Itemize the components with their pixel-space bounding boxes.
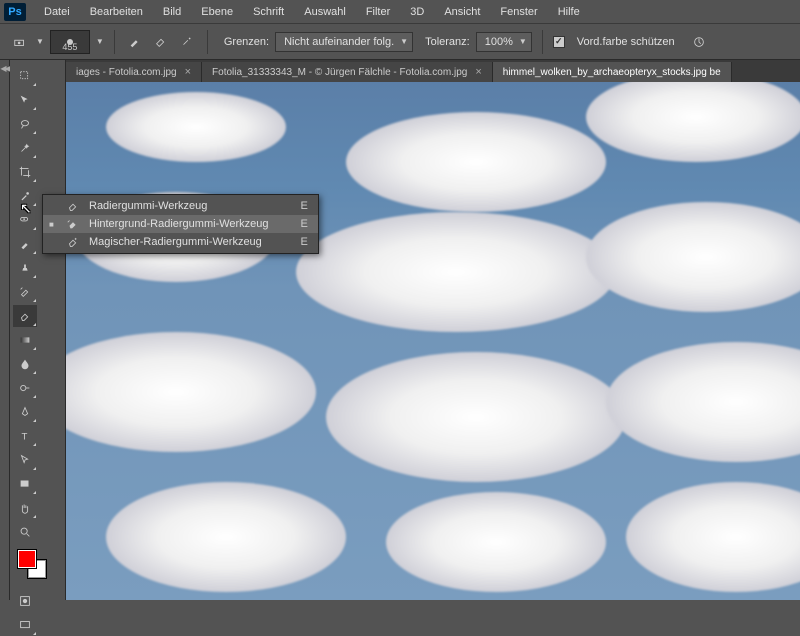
tolerance-dropdown[interactable]: 100% ▼ bbox=[476, 32, 532, 52]
svg-text:T: T bbox=[22, 432, 28, 443]
brush-tool[interactable] bbox=[13, 233, 37, 255]
eraser-mode-icon[interactable] bbox=[151, 32, 171, 52]
tolerance-label: Toleranz: bbox=[425, 36, 470, 48]
separator bbox=[207, 30, 208, 54]
blur-tool[interactable] bbox=[13, 353, 37, 375]
chevron-down-icon[interactable]: ▼ bbox=[36, 37, 44, 46]
history-brush-tool[interactable] bbox=[13, 281, 37, 303]
tool-preset-icon[interactable] bbox=[10, 32, 30, 52]
flyout-item-magic-eraser[interactable]: Magischer-Radiergummi-Werkzeug E bbox=[43, 233, 318, 251]
flyout-label: Hintergrund-Radiergummi-Werkzeug bbox=[89, 218, 293, 230]
limits-value: Nicht aufeinander folg. bbox=[284, 36, 394, 48]
flyout-shortcut: E bbox=[301, 200, 308, 212]
brush-settings-icon[interactable] bbox=[125, 32, 145, 52]
tab-label: himmel_wolken_by_archaeopteryx_stocks.jp… bbox=[503, 67, 721, 78]
flyout-item-eraser[interactable]: Radiergummi-Werkzeug E bbox=[43, 197, 318, 215]
tab-label: Fotolia_31333343_M - © Jürgen Fälchle - … bbox=[212, 67, 467, 78]
menu-fenster[interactable]: Fenster bbox=[490, 3, 547, 21]
workspace: ◀◀ T iages - Fotolia.com.jpg× Fotolia_31 bbox=[0, 60, 800, 600]
separator bbox=[114, 30, 115, 54]
close-icon[interactable]: × bbox=[185, 66, 191, 78]
rectangle-tool[interactable] bbox=[13, 473, 37, 495]
selected-marker: ■ bbox=[49, 220, 57, 229]
hand-tool[interactable] bbox=[13, 497, 37, 519]
clone-stamp-tool[interactable] bbox=[13, 257, 37, 279]
canvas-area: iages - Fotolia.com.jpg × Fotolia_3133334… bbox=[66, 60, 800, 600]
crop-tool[interactable] bbox=[13, 161, 37, 183]
cursor-icon: ↖ bbox=[20, 200, 32, 217]
screen-mode-tool[interactable] bbox=[13, 614, 37, 636]
type-tool[interactable]: T bbox=[13, 425, 37, 447]
menu-ebene[interactable]: Ebene bbox=[191, 3, 243, 21]
menu-schrift[interactable]: Schrift bbox=[243, 3, 294, 21]
eraser-tool[interactable] bbox=[13, 305, 37, 327]
canvas[interactable] bbox=[66, 82, 800, 600]
protect-fg-label: Vord.farbe schützen bbox=[577, 36, 675, 48]
document-tabs: iages - Fotolia.com.jpg × Fotolia_3133334… bbox=[66, 60, 800, 82]
zoom-tool[interactable] bbox=[13, 521, 37, 543]
menu-bearbeiten[interactable]: Bearbeiten bbox=[80, 3, 153, 21]
flyout-shortcut: E bbox=[301, 218, 308, 230]
magic-wand-tool[interactable] bbox=[13, 137, 37, 159]
foreground-color-swatch[interactable] bbox=[18, 550, 36, 568]
pen-tool[interactable] bbox=[13, 401, 37, 423]
color-swatches[interactable] bbox=[12, 548, 62, 588]
menu-bild[interactable]: Bild bbox=[153, 3, 191, 21]
document-tab[interactable]: himmel_wolken_by_archaeopteryx_stocks.jp… bbox=[493, 62, 732, 82]
move-tool[interactable] bbox=[13, 65, 37, 87]
document-tab[interactable]: Fotolia_31333343_M - © Jürgen Fälchle - … bbox=[202, 62, 493, 82]
menu-hilfe[interactable]: Hilfe bbox=[548, 3, 590, 21]
lasso-tool[interactable] bbox=[13, 113, 37, 135]
dodge-tool[interactable] bbox=[13, 377, 37, 399]
limits-label: Grenzen: bbox=[224, 36, 269, 48]
options-bar: ▼ 455 ▼ Grenzen: Nicht aufeinander folg.… bbox=[0, 24, 800, 60]
brush-preset-picker[interactable]: 455 bbox=[50, 30, 90, 54]
menu-auswahl[interactable]: Auswahl bbox=[294, 3, 356, 21]
airbrush-icon[interactable] bbox=[177, 32, 197, 52]
flyout-item-bg-eraser[interactable]: ■ Hintergrund-Radiergummi-Werkzeug E bbox=[43, 215, 318, 233]
menu-ansicht[interactable]: Ansicht bbox=[434, 3, 490, 21]
brush-size-value: 455 bbox=[62, 42, 77, 52]
eraser-tool-flyout: Radiergummi-Werkzeug E ■ Hintergrund-Rad… bbox=[42, 194, 319, 254]
flyout-label: Radiergummi-Werkzeug bbox=[89, 200, 293, 212]
bg-eraser-icon bbox=[65, 217, 81, 231]
toolbar: T bbox=[10, 60, 66, 600]
protect-fg-checkbox[interactable]: ✓ bbox=[553, 36, 565, 48]
menu-filter[interactable]: Filter bbox=[356, 3, 400, 21]
marquee-tool[interactable] bbox=[13, 89, 37, 111]
flyout-label: Magischer-Radiergummi-Werkzeug bbox=[89, 236, 293, 248]
path-selection-tool[interactable] bbox=[13, 449, 37, 471]
chevron-down-icon[interactable]: ▼ bbox=[96, 37, 104, 46]
tab-label: iages - Fotolia.com.jpg bbox=[76, 67, 177, 78]
magic-eraser-icon bbox=[65, 235, 81, 249]
close-icon[interactable]: × bbox=[475, 66, 481, 78]
flyout-shortcut: E bbox=[301, 236, 308, 248]
pressure-icon[interactable] bbox=[689, 32, 709, 52]
document-tab[interactable]: iages - Fotolia.com.jpg × bbox=[66, 62, 202, 82]
panel-dock-strip[interactable]: ◀◀ bbox=[0, 60, 10, 600]
chevron-down-icon: ▼ bbox=[400, 37, 408, 46]
separator bbox=[542, 30, 543, 54]
menu-datei[interactable]: Datei bbox=[34, 3, 80, 21]
tolerance-value: 100% bbox=[485, 36, 513, 48]
quick-mask-tool[interactable] bbox=[13, 590, 37, 612]
menu-3d[interactable]: 3D bbox=[400, 3, 434, 21]
collapse-arrows-icon: ◀◀ bbox=[0, 64, 8, 600]
eraser-icon bbox=[65, 199, 81, 213]
chevron-down-icon: ▼ bbox=[519, 37, 527, 46]
app-logo: Ps bbox=[4, 3, 26, 21]
gradient-tool[interactable] bbox=[13, 329, 37, 351]
menu-bar: Ps Datei Bearbeiten Bild Ebene Schrift A… bbox=[0, 0, 800, 24]
limits-dropdown[interactable]: Nicht aufeinander folg. ▼ bbox=[275, 32, 413, 52]
